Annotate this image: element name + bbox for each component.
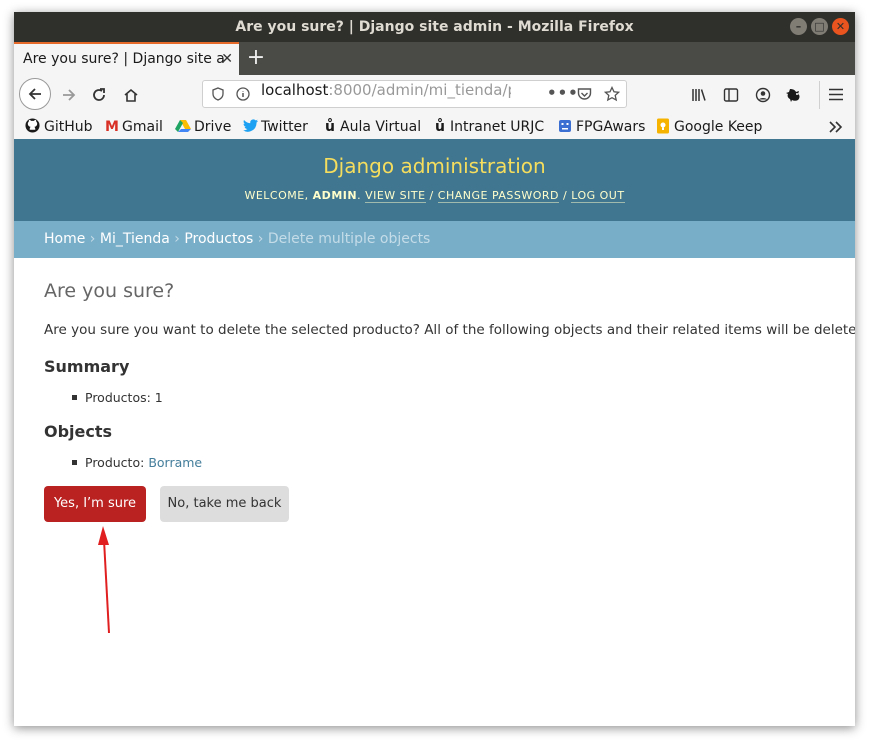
bookmark-aula-virtual[interactable]: ů Aula Virtual [323, 117, 421, 137]
bookmark-intranet-urjc[interactable]: ů Intranet URJC [433, 117, 544, 137]
summary-item: Productos: 1 [72, 390, 163, 405]
object-link[interactable]: Borrame [148, 455, 202, 470]
home-icon [124, 88, 138, 102]
github-icon [25, 118, 40, 133]
summary-heading: Summary [44, 357, 130, 376]
breadcrumb-separator: › [174, 231, 180, 247]
sidebar-icon[interactable] [723, 87, 739, 103]
reload-button[interactable] [86, 82, 112, 108]
window-title: Are you sure? | Django site admin - Mozi… [235, 19, 634, 35]
tracking-shield-icon[interactable] [211, 87, 225, 101]
forward-arrow-icon [63, 89, 76, 101]
tab-label: Are you sure? | Django site a [23, 51, 225, 67]
keep-icon [657, 118, 669, 134]
twitter-icon [243, 119, 258, 132]
log-out-link[interactable]: LOG OUT [571, 189, 625, 203]
forward-button[interactable] [56, 82, 82, 108]
objects-heading: Objects [44, 422, 113, 441]
confirm-delete-button[interactable]: Yes, I’m sure [44, 486, 146, 522]
fpgawars-icon [559, 120, 571, 132]
bookmark-fpgawars[interactable]: FPGAwars [558, 117, 645, 137]
change-password-link[interactable]: CHANGE PASSWORD [437, 189, 560, 203]
site-info-icon[interactable] [236, 87, 250, 101]
toolbar-divider [819, 81, 820, 109]
minimize-button[interactable]: – [790, 18, 807, 35]
home-button[interactable] [118, 82, 144, 108]
browser-window: Are you sure? | Django site admin - Mozi… [14, 12, 855, 726]
back-arrow-icon [28, 88, 41, 100]
site-brand[interactable]: Django administration [14, 154, 855, 178]
breadcrumb-separator: › [257, 231, 264, 247]
window-titlebar: Are you sure? | Django site admin - Mozi… [14, 12, 855, 42]
delete-confirmation-text: Are you sure you want to delete the sele… [44, 322, 855, 338]
bookmark-drive[interactable]: Drive [175, 117, 231, 137]
breadcrumb-separator: › [89, 231, 96, 247]
bookmark-gmail[interactable]: M Gmail [105, 117, 163, 137]
back-button[interactable] [19, 78, 51, 110]
object-item: Producto: Borrame [72, 455, 202, 470]
bookmarks-toolbar: GitHub M Gmail Drive Twitter ů Aula Virtua… [14, 115, 855, 140]
bookmark-twitter[interactable]: Twitter [243, 117, 308, 137]
drive-icon [175, 120, 191, 132]
gmail-icon: M [105, 119, 119, 135]
breadcrumb-current: Delete multiple objects [267, 231, 431, 247]
page-title: Are you sure? [44, 280, 175, 302]
urjc-icon: ů [325, 119, 335, 135]
user-tools: WELCOME, ADMIN. VIEW SITE / CHANGE PASSW… [244, 189, 625, 203]
tab-close-icon[interactable]: ✕ [221, 44, 233, 74]
django-header: Django administration WELCOME, ADMIN. VI… [14, 139, 855, 221]
navigation-toolbar: localhost:8000/admin/mi_tienda/prod ••• [14, 75, 855, 115]
maximize-button[interactable]: □ [811, 18, 828, 35]
menu-hamburger-icon[interactable] [829, 88, 843, 101]
breadcrumb-model[interactable]: Productos [184, 231, 253, 247]
bookmark-github[interactable]: GitHub [25, 117, 93, 137]
pocket-icon[interactable] [577, 87, 592, 101]
url-text[interactable]: localhost:8000/admin/mi_tienda/prod [261, 81, 511, 99]
url-bar[interactable]: localhost:8000/admin/mi_tienda/prod ••• [202, 80, 627, 108]
cancel-button[interactable]: No, take me back [160, 486, 289, 522]
bookmark-google-keep[interactable]: Google Keep [656, 117, 762, 137]
breadcrumb-app[interactable]: Mi_Tienda [100, 231, 170, 247]
urjc-icon: ů [435, 119, 445, 135]
view-site-link[interactable]: VIEW SITE [365, 189, 426, 203]
bookmarks-overflow-chevron-icon[interactable] [829, 121, 843, 133]
tab-strip: Are you sure? | Django site a ✕ + [14, 42, 855, 75]
extension-icon[interactable] [786, 86, 804, 104]
bookmark-star-icon[interactable] [604, 86, 620, 102]
library-icon[interactable] [691, 88, 707, 102]
close-window-button[interactable]: ✕ [832, 18, 849, 35]
new-tab-button[interactable]: + [244, 42, 268, 75]
reload-icon [93, 88, 105, 101]
welcome-text: WELCOME, [244, 189, 309, 202]
breadcrumb-home[interactable]: Home [44, 231, 85, 247]
account-icon[interactable] [755, 87, 771, 103]
tab-active[interactable]: Are you sure? | Django site a ✕ [14, 42, 239, 75]
bullet [72, 395, 77, 400]
username: ADMIN [312, 189, 358, 202]
breadcrumbs: Home › Mi_Tienda › Productos › Delete mu… [14, 221, 855, 258]
window-controls: – □ ✕ [790, 18, 849, 35]
page-actions-icon[interactable]: ••• [547, 80, 579, 106]
bullet [72, 460, 77, 465]
